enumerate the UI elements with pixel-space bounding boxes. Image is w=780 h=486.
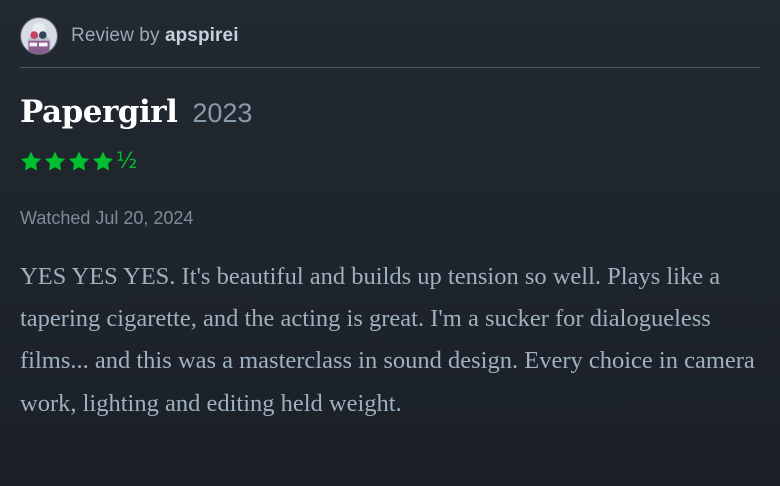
- star-icon: [67, 150, 91, 174]
- star-icon: [91, 150, 115, 174]
- username-link[interactable]: apspirei: [165, 25, 239, 46]
- header-divider: [20, 67, 760, 68]
- half-star-label: ½: [116, 149, 138, 174]
- review-by-label: Review by apspirei: [71, 25, 239, 47]
- watched-date: Watched Jul 20, 2024: [20, 208, 194, 228]
- avatar-icon: [21, 18, 57, 54]
- review-body: YES YES YES. It's beautiful and builds u…: [20, 263, 755, 417]
- review-header: Review by apspirei: [20, 16, 760, 56]
- star-icon: [19, 150, 43, 174]
- film-title[interactable]: Papergirl: [20, 94, 178, 130]
- film-title-row: Papergirl 2023: [20, 94, 252, 130]
- film-year[interactable]: 2023: [192, 98, 252, 129]
- user-avatar[interactable]: [20, 17, 58, 55]
- review-by-prefix: Review by: [71, 25, 160, 46]
- star-icon: [43, 150, 67, 174]
- review-page: Review by apspirei Papergirl 2023 ½ Watc…: [0, 0, 780, 486]
- star-rating: ½: [19, 149, 137, 175]
